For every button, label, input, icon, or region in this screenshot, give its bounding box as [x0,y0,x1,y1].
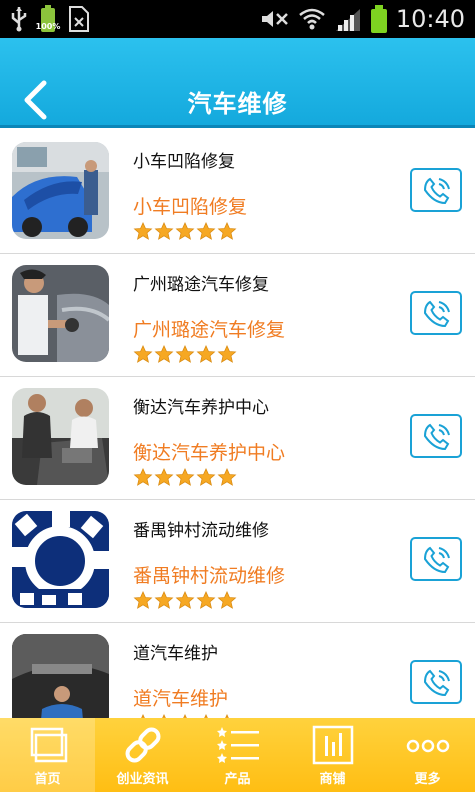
status-bar: 100% 10:40 [0,0,475,38]
nav-label: 首页 [34,772,61,787]
battery-icon: 100% [36,5,60,33]
more-icon [406,739,449,753]
shop-title: 道汽车维护 [133,644,218,664]
signal-icon [335,9,360,31]
call-button[interactable] [410,537,462,581]
list-item[interactable]: 广州璐途汽车修复 广州璐途汽车修复 [0,254,475,377]
star-icon [154,468,174,486]
sim-icon [69,6,89,32]
app-header: 汽车维修 [0,38,475,128]
status-right: 10:40 [260,4,465,34]
phone-icon [423,423,450,451]
star-icon [154,591,174,609]
link-icon [125,727,160,763]
star-icon [217,222,237,240]
star-icon [217,345,237,363]
star-icon [133,468,153,486]
call-button[interactable] [410,291,462,335]
mute-icon [261,11,288,27]
star-icon [154,222,174,240]
star-icon [175,468,195,486]
battery-level-icon [370,5,388,33]
home-icon [30,727,67,763]
nav-label: 创业资讯 [116,772,169,787]
phone-icon [423,669,450,697]
star-icon [196,591,216,609]
phone-icon [423,300,450,328]
rating-stars [133,591,237,609]
rating-stars [133,468,237,486]
star-icon [217,591,237,609]
star-icon [196,222,216,240]
list-item[interactable]: 番禺钟村流动维修 番禺钟村流动维修 [0,500,475,623]
nav-label: 更多 [414,772,441,787]
shop-thumbnail [12,634,109,731]
star-icon [133,345,153,363]
list-item[interactable]: 小车凹陷修复 小车凹陷修复 [0,131,475,254]
star-icon [175,591,195,609]
shop-thumbnail [12,388,109,485]
nav-item-shops[interactable]: 商铺 [285,718,380,792]
battery-percent: 100% [35,22,61,31]
phone-icon [423,546,450,574]
status-left: 100% [10,4,90,34]
usb-icon [11,7,27,32]
star-icon [196,468,216,486]
shop-subtitle: 衡达汽车养护中心 [133,442,286,464]
shop-thumbnail [12,265,109,362]
shop-title: 广州璐途汽车修复 [133,275,269,295]
call-button[interactable] [410,168,462,212]
shop-subtitle: 广州璐途汽车修复 [133,319,286,341]
shop-subtitle: 小车凹陷修复 [133,196,248,218]
status-time: 10:40 [395,5,465,33]
shop-subtitle: 番禺钟村流动维修 [133,565,286,587]
list-item[interactable]: 衡达汽车养护中心 衡达汽车养护中心 [0,377,475,500]
star-icon [175,222,195,240]
bottom-nav: 首页 创业资讯 产品 商铺 更多 [0,718,475,792]
shop-title: 衡达汽车养护中心 [133,398,269,418]
phone-icon [423,177,450,205]
star-icon [196,345,216,363]
chart-icon [312,725,353,765]
shop-title: 小车凹陷修复 [133,152,235,172]
rating-stars [133,345,237,363]
star-icon [133,222,153,240]
page-title: 汽车维修 [187,90,288,118]
call-button[interactable] [410,414,462,458]
shop-subtitle: 道汽车维护 [133,688,229,710]
nav-item-news[interactable]: 创业资讯 [95,718,190,792]
nav-label: 产品 [224,772,251,787]
star-icon [154,345,174,363]
list-icon [216,727,259,763]
star-icon [217,468,237,486]
shop-title: 番禺钟村流动维修 [133,521,269,541]
nav-item-products[interactable]: 产品 [190,718,285,792]
nav-item-home[interactable]: 首页 [0,718,95,792]
rating-stars [133,222,237,240]
call-button[interactable] [410,660,462,704]
nav-label: 商铺 [319,772,346,787]
shop-thumbnail [12,511,109,608]
wifi-icon [299,8,325,30]
star-icon [133,591,153,609]
nav-item-more[interactable]: 更多 [380,718,475,792]
shop-thumbnail [12,142,109,239]
star-icon [175,345,195,363]
